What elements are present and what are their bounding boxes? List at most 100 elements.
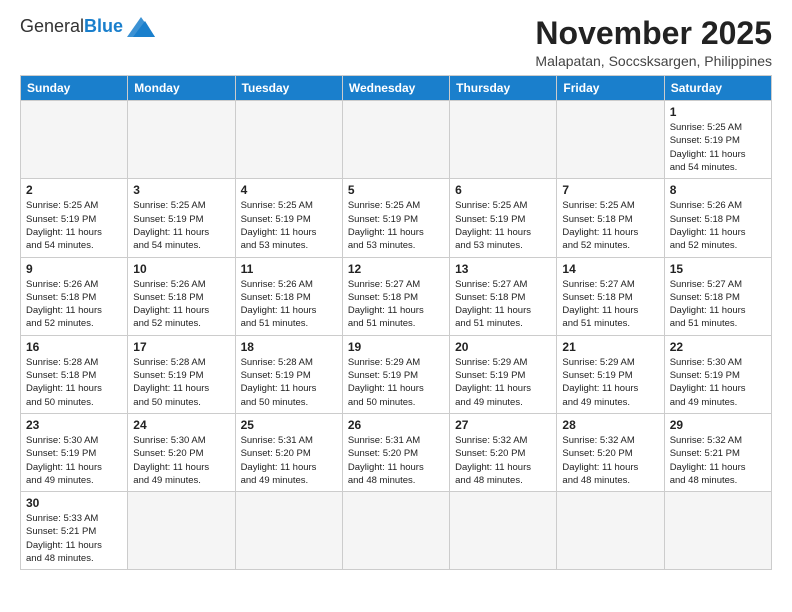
day-info: Sunrise: 5:30 AMSunset: 5:19 PMDaylight:…	[26, 434, 122, 487]
day-info: Sunrise: 5:29 AMSunset: 5:19 PMDaylight:…	[455, 356, 551, 409]
week-row-1: 1Sunrise: 5:25 AMSunset: 5:19 PMDaylight…	[21, 101, 772, 179]
day-info: Sunrise: 5:27 AMSunset: 5:18 PMDaylight:…	[562, 278, 658, 331]
weekday-header-sunday: Sunday	[21, 76, 128, 101]
day-info: Sunrise: 5:25 AMSunset: 5:19 PMDaylight:…	[455, 199, 551, 252]
day-cell: 21Sunrise: 5:29 AMSunset: 5:19 PMDayligh…	[557, 335, 664, 413]
day-cell: 14 Sunrise: 5:27 AMSunset: 5:18 PMDayligh…	[557, 257, 664, 335]
weekday-header-row: SundayMondayTuesdayWednesdayThursdayFrid…	[21, 76, 772, 101]
week-row-5: 23 Sunrise: 5:30 AMSunset: 5:19 PMDayligh…	[21, 413, 772, 491]
day-cell: 12Sunrise: 5:27 AMSunset: 5:18 PMDayligh…	[342, 257, 449, 335]
day-number: 12	[348, 262, 444, 276]
day-number: 15	[670, 262, 766, 276]
week-row-4: 16 Sunrise: 5:28 AMSunset: 5:18 PMDayligh…	[21, 335, 772, 413]
day-info: Sunrise: 5:28 AMSunset: 5:18 PMDaylight:…	[26, 356, 122, 409]
day-cell: 19 Sunrise: 5:29 AMSunset: 5:19 PMDayligh…	[342, 335, 449, 413]
calendar-table: SundayMondayTuesdayWednesdayThursdayFrid…	[20, 75, 772, 570]
day-cell: 15Sunrise: 5:27 AMSunset: 5:18 PMDayligh…	[664, 257, 771, 335]
day-info: Sunrise: 5:26 AMSunset: 5:18 PMDaylight:…	[241, 278, 337, 331]
day-info: Sunrise: 5:32 AMSunset: 5:20 PMDaylight:…	[562, 434, 658, 487]
day-cell	[557, 492, 664, 570]
day-number: 16	[26, 340, 122, 354]
week-row-6: 30Sunrise: 5:33 AMSunset: 5:21 PMDayligh…	[21, 492, 772, 570]
day-cell: 13 Sunrise: 5:27 AMSunset: 5:18 PMDayligh…	[450, 257, 557, 335]
day-cell: 23 Sunrise: 5:30 AMSunset: 5:19 PMDayligh…	[21, 413, 128, 491]
day-info: Sunrise: 5:25 AMSunset: 5:19 PMDaylight:…	[670, 121, 766, 174]
day-info: Sunrise: 5:32 AMSunset: 5:21 PMDaylight:…	[670, 434, 766, 487]
day-cell: 1Sunrise: 5:25 AMSunset: 5:19 PMDaylight…	[664, 101, 771, 179]
day-number: 4	[241, 183, 337, 197]
day-cell: 28 Sunrise: 5:32 AMSunset: 5:20 PMDayligh…	[557, 413, 664, 491]
day-cell	[235, 492, 342, 570]
day-info: Sunrise: 5:32 AMSunset: 5:20 PMDaylight:…	[455, 434, 551, 487]
logo: General Blue	[20, 16, 155, 37]
day-info: Sunrise: 5:28 AMSunset: 5:19 PMDaylight:…	[241, 356, 337, 409]
day-number: 11	[241, 262, 337, 276]
day-info: Sunrise: 5:31 AMSunset: 5:20 PMDaylight:…	[348, 434, 444, 487]
title-block: November 2025 Malapatan, Soccsksargen, P…	[535, 16, 772, 69]
day-number: 23	[26, 418, 122, 432]
day-number: 19	[348, 340, 444, 354]
day-cell: 11 Sunrise: 5:26 AMSunset: 5:18 PMDayligh…	[235, 257, 342, 335]
day-info: Sunrise: 5:30 AMSunset: 5:20 PMDaylight:…	[133, 434, 229, 487]
day-cell	[450, 101, 557, 179]
day-cell: 8Sunrise: 5:26 AMSunset: 5:18 PMDaylight…	[664, 179, 771, 257]
day-info: Sunrise: 5:30 AMSunset: 5:19 PMDaylight:…	[670, 356, 766, 409]
day-number: 13	[455, 262, 551, 276]
day-info: Sunrise: 5:25 AMSunset: 5:19 PMDaylight:…	[241, 199, 337, 252]
weekday-header-wednesday: Wednesday	[342, 76, 449, 101]
day-number: 27	[455, 418, 551, 432]
day-cell	[342, 101, 449, 179]
day-number: 30	[26, 496, 122, 510]
day-number: 7	[562, 183, 658, 197]
day-number: 28	[562, 418, 658, 432]
week-row-3: 9 Sunrise: 5:26 AMSunset: 5:18 PMDaylight…	[21, 257, 772, 335]
day-number: 9	[26, 262, 122, 276]
day-info: Sunrise: 5:26 AMSunset: 5:18 PMDaylight:…	[26, 278, 122, 331]
day-number: 20	[455, 340, 551, 354]
weekday-header-tuesday: Tuesday	[235, 76, 342, 101]
day-info: Sunrise: 5:25 AMSunset: 5:19 PMDaylight:…	[133, 199, 229, 252]
day-cell: 24 Sunrise: 5:30 AMSunset: 5:20 PMDayligh…	[128, 413, 235, 491]
day-cell: 25 Sunrise: 5:31 AMSunset: 5:20 PMDayligh…	[235, 413, 342, 491]
day-number: 14	[562, 262, 658, 276]
day-info: Sunrise: 5:31 AMSunset: 5:20 PMDaylight:…	[241, 434, 337, 487]
day-info: Sunrise: 5:29 AMSunset: 5:19 PMDaylight:…	[348, 356, 444, 409]
day-cell: 2Sunrise: 5:25 AMSunset: 5:19 PMDaylight…	[21, 179, 128, 257]
day-cell: 26Sunrise: 5:31 AMSunset: 5:20 PMDayligh…	[342, 413, 449, 491]
day-cell	[664, 492, 771, 570]
page-header: General Blue November 2025 Malapatan, So…	[20, 16, 772, 69]
day-cell: 4 Sunrise: 5:25 AMSunset: 5:19 PMDaylight…	[235, 179, 342, 257]
day-number: 21	[562, 340, 658, 354]
weekday-header-friday: Friday	[557, 76, 664, 101]
day-cell	[128, 492, 235, 570]
day-info: Sunrise: 5:28 AMSunset: 5:19 PMDaylight:…	[133, 356, 229, 409]
logo-general: General	[20, 16, 84, 37]
day-number: 18	[241, 340, 337, 354]
logo-icon	[127, 17, 155, 37]
logo-blue: Blue	[84, 16, 123, 37]
day-info: Sunrise: 5:25 AMSunset: 5:18 PMDaylight:…	[562, 199, 658, 252]
weekday-header-thursday: Thursday	[450, 76, 557, 101]
day-cell	[342, 492, 449, 570]
day-cell: 16 Sunrise: 5:28 AMSunset: 5:18 PMDayligh…	[21, 335, 128, 413]
day-cell: 6Sunrise: 5:25 AMSunset: 5:19 PMDaylight…	[450, 179, 557, 257]
day-cell: 5Sunrise: 5:25 AMSunset: 5:19 PMDaylight…	[342, 179, 449, 257]
day-info: Sunrise: 5:26 AMSunset: 5:18 PMDaylight:…	[670, 199, 766, 252]
day-number: 24	[133, 418, 229, 432]
location: Malapatan, Soccsksargen, Philippines	[535, 53, 772, 69]
day-cell	[235, 101, 342, 179]
day-number: 3	[133, 183, 229, 197]
day-cell: 27 Sunrise: 5:32 AMSunset: 5:20 PMDayligh…	[450, 413, 557, 491]
day-info: Sunrise: 5:26 AMSunset: 5:18 PMDaylight:…	[133, 278, 229, 331]
day-number: 25	[241, 418, 337, 432]
day-cell: 7 Sunrise: 5:25 AMSunset: 5:18 PMDaylight…	[557, 179, 664, 257]
day-info: Sunrise: 5:27 AMSunset: 5:18 PMDaylight:…	[455, 278, 551, 331]
month-title: November 2025	[535, 16, 772, 51]
day-number: 10	[133, 262, 229, 276]
day-cell: 9 Sunrise: 5:26 AMSunset: 5:18 PMDaylight…	[21, 257, 128, 335]
day-cell	[21, 101, 128, 179]
day-cell: 18 Sunrise: 5:28 AMSunset: 5:19 PMDayligh…	[235, 335, 342, 413]
day-cell: 3 Sunrise: 5:25 AMSunset: 5:19 PMDaylight…	[128, 179, 235, 257]
day-cell: 10 Sunrise: 5:26 AMSunset: 5:18 PMDayligh…	[128, 257, 235, 335]
day-number: 22	[670, 340, 766, 354]
